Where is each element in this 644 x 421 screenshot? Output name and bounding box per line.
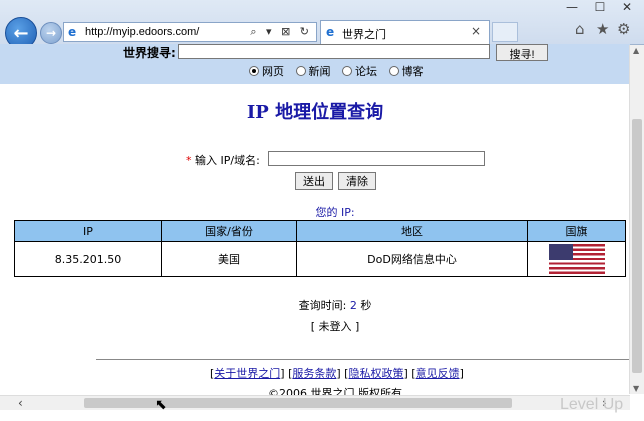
ie-tab-icon: e [326, 25, 335, 39]
vertical-scrollbar[interactable]: ▲ ▼ [629, 45, 644, 394]
header-country: 国家/省份 [161, 220, 297, 242]
option-forum[interactable]: 论坛 [342, 65, 377, 78]
cell-flag [527, 241, 626, 277]
footer-links: [关于世界之门] [服务条款] [隐私权政策] [意见反馈] [210, 367, 464, 380]
required-star: * [186, 154, 192, 167]
watermark: Level Up [560, 396, 624, 413]
cell-region: DoD网络信息中心 [296, 241, 528, 277]
scroll-left-icon[interactable]: ‹ [18, 396, 23, 410]
header-ip: IP [14, 220, 162, 242]
back-arrow-icon: ← [13, 22, 29, 44]
search-input[interactable] [178, 44, 490, 59]
header-flag: 国旗 [527, 220, 626, 242]
radio-web[interactable] [249, 66, 259, 76]
scroll-down-icon[interactable]: ▼ [633, 384, 639, 393]
close-tab-icon[interactable]: × [471, 24, 481, 38]
query-time-value: 2 [349, 299, 357, 312]
star-icon[interactable]: ★ [596, 20, 609, 38]
browser-chrome: — ☐ ✕ ← → e http://myip.edoors.com/ ⌕ ▾ … [0, 0, 644, 49]
header-region: 地区 [296, 220, 528, 242]
table-header-row: IP 国家/省份 地区 国旗 [14, 220, 626, 242]
login-status: [ 未登入 ] [310, 320, 360, 333]
maximize-icon[interactable]: ☐ [589, 0, 611, 14]
ip-input[interactable] [268, 151, 485, 166]
scroll-up-icon[interactable]: ▲ [633, 46, 639, 55]
radio-forum[interactable] [342, 66, 352, 76]
your-ip-label: 您的 IP: [315, 206, 355, 219]
vertical-scroll-thumb[interactable] [632, 119, 642, 373]
address-bar[interactable]: e http://myip.edoors.com/ ⌕ ▾ ⊠ ↻ [63, 22, 317, 42]
ie-icon: e [68, 25, 77, 39]
option-web[interactable]: 网页 [249, 65, 284, 78]
clear-button[interactable]: 清除 [338, 172, 376, 190]
new-tab-button[interactable] [492, 22, 518, 42]
ip-input-label: 输入 IP/域名: [195, 154, 260, 167]
query-time: 查询时间: 2 秒 [298, 299, 372, 312]
footer-link-privacy[interactable]: 隐私权政策 [348, 367, 403, 380]
footer-divider [96, 359, 630, 360]
gear-icon[interactable]: ⚙ [617, 20, 630, 38]
tab-active[interactable]: e 世界之门 × [320, 20, 490, 44]
home-icon[interactable]: ⌂ [575, 20, 585, 38]
tab-title: 世界之门 [342, 28, 386, 41]
submit-button[interactable]: 送出 [295, 172, 333, 190]
radio-blog[interactable] [388, 66, 399, 76]
result-table: IP 国家/省份 地区 国旗 8.35.201.50 美国 DoD网络信息中心 [14, 220, 626, 277]
cell-country: 美国 [161, 241, 297, 277]
address-tools[interactable]: ⌕ ▾ ⊠ ↻ [250, 25, 312, 39]
cell-ip: 8.35.201.50 [14, 241, 162, 277]
footer-link-feedback[interactable]: 意见反馈 [416, 367, 460, 380]
us-flag-icon [548, 244, 605, 274]
close-window-icon[interactable]: ✕ [616, 0, 638, 14]
option-news[interactable]: 新闻 [295, 65, 331, 78]
search-button[interactable]: 搜寻! [496, 44, 548, 61]
page-title: IP 地理位置查询 [246, 102, 384, 123]
minimize-icon[interactable]: — [561, 0, 583, 14]
forward-button[interactable]: → [40, 22, 62, 44]
search-band: 世界搜寻: 搜寻! 网页 新闻 论坛 博客 [0, 44, 630, 84]
search-type-options: 网页 新闻 论坛 博客 [249, 63, 432, 79]
address-url[interactable]: http://myip.edoors.com/ [85, 26, 199, 38]
horizontal-scrollbar[interactable]: ‹ › [0, 395, 630, 410]
forward-arrow-icon: → [45, 26, 57, 40]
ip-input-row: * 输入 IP/域名: [186, 151, 485, 168]
mouse-cursor-icon: ⬉ [155, 397, 167, 413]
table-row: 8.35.201.50 美国 DoD网络信息中心 [14, 241, 626, 277]
option-blog[interactable]: 博客 [388, 65, 424, 78]
footer-link-terms[interactable]: 服务条款 [292, 367, 336, 380]
horizontal-scroll-thumb[interactable] [84, 398, 512, 408]
search-label: 世界搜寻: [123, 46, 176, 60]
radio-news[interactable] [295, 66, 306, 76]
footer-link-about[interactable]: 关于世界之门 [214, 367, 280, 380]
